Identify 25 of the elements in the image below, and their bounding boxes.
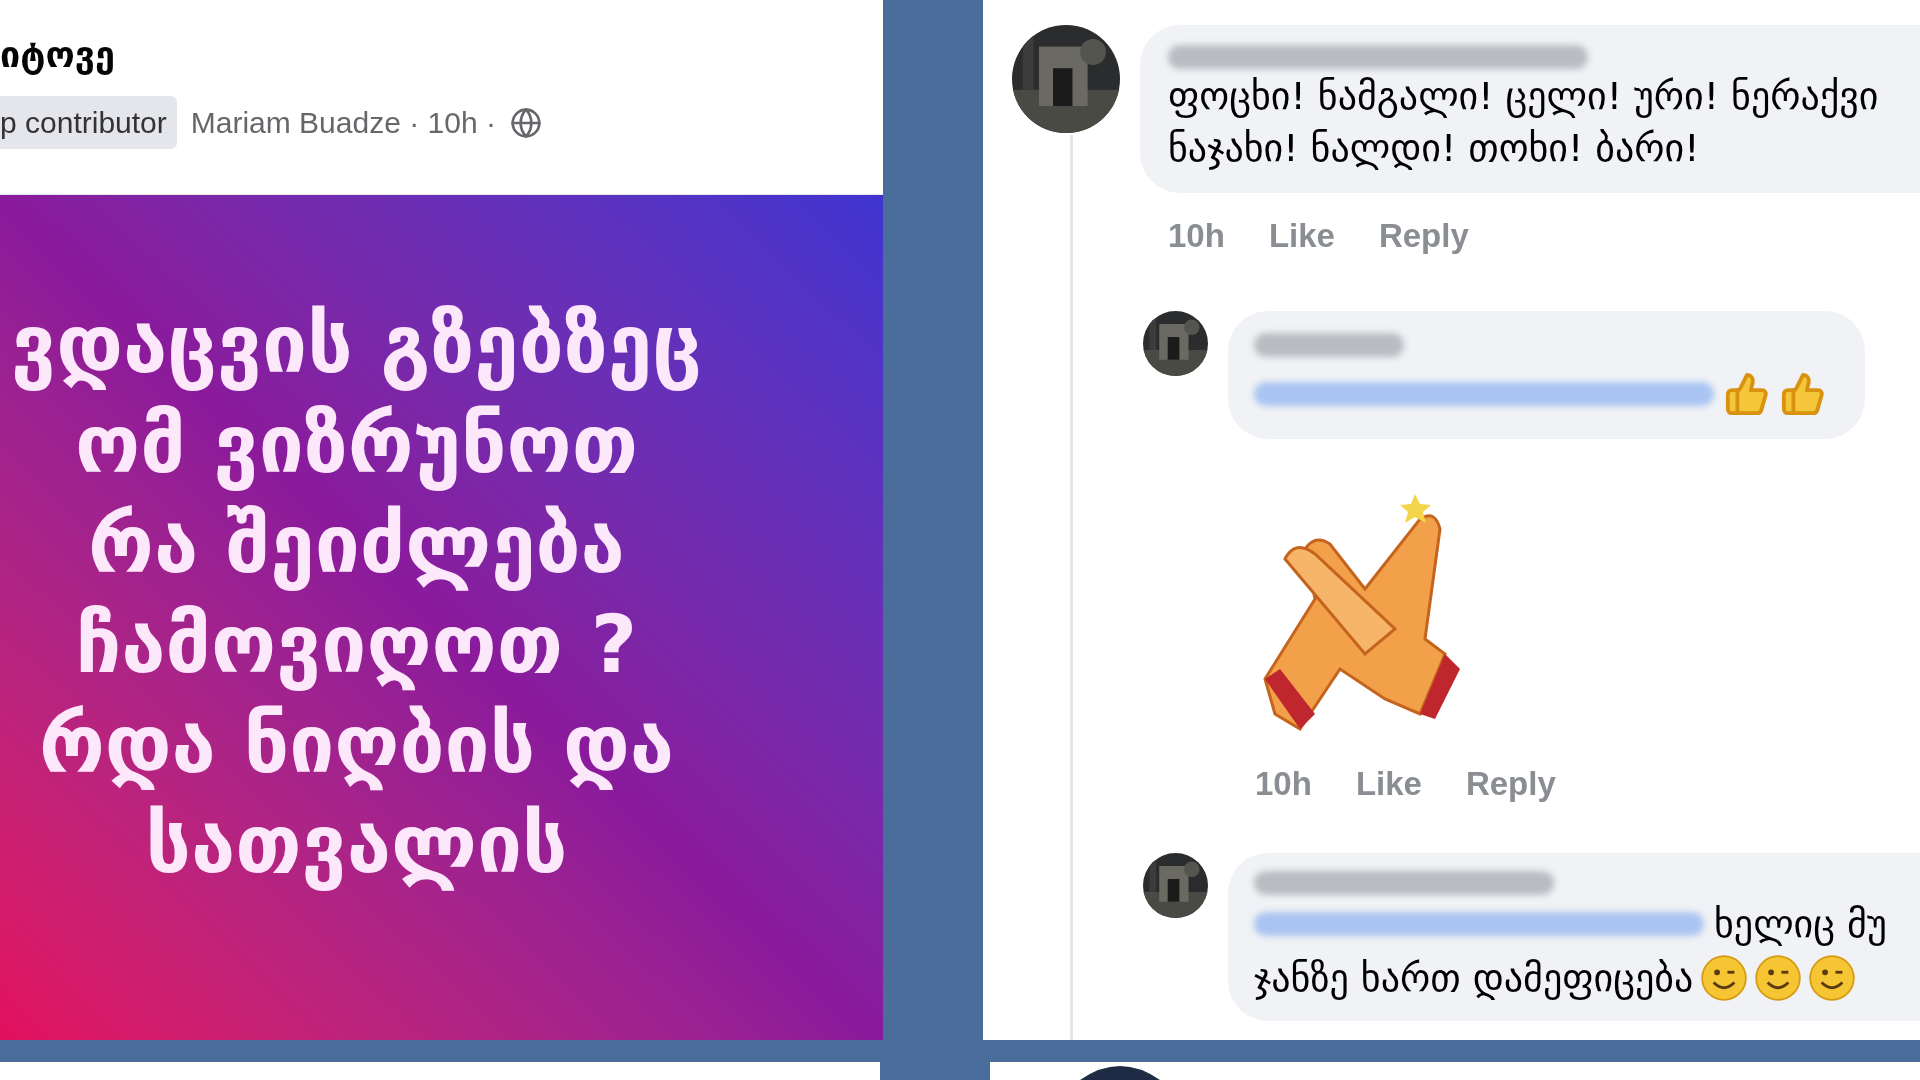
post-meta: Mariam Buadze · 10h · [190,105,496,141]
thumbs-up-emoji [1780,370,1826,417]
comment-text: ნაჯახი! ნალდი! თოხი! ბარი! [1168,125,1701,172]
winking-emoji [1809,955,1856,1001]
contributor-badge: p contributor [0,96,177,149]
reply-link[interactable]: Reply [1465,758,1556,808]
globe-icon [509,106,542,139]
like-link[interactable]: Like [1355,758,1422,808]
post-image-text: ჩამოვიღოთ ? [75,597,638,693]
group-title: იტოვე [0,33,117,77]
comment-time: 10h [1168,216,1225,256]
post-image-text: რა შეიძლება [88,497,625,593]
winking-emoji [1755,955,1802,1001]
reply-link[interactable]: Reply [1378,211,1469,261]
comment-text: ფოცხი! ნამგალი! ცელი! ური! ნერაქვი [1168,73,1880,120]
post-image-text: ვდაცვის გზებზეც [11,297,702,393]
like-link[interactable]: Like [1268,211,1335,261]
thumbs-up-emoji [1724,370,1770,417]
reply-text: ჯანზე ხართ დამეფიცება [1254,955,1694,1002]
post-image-text: ომ ვიზრუნოთ [75,397,638,493]
post-image-text: სათვალის [145,797,568,893]
post-image-text: რდა ნიღბის და [39,697,674,793]
comment-time: 10h [1255,763,1312,804]
winking-emoji [1701,955,1748,1001]
reply-text: ხელიც მუ [1714,901,1887,948]
